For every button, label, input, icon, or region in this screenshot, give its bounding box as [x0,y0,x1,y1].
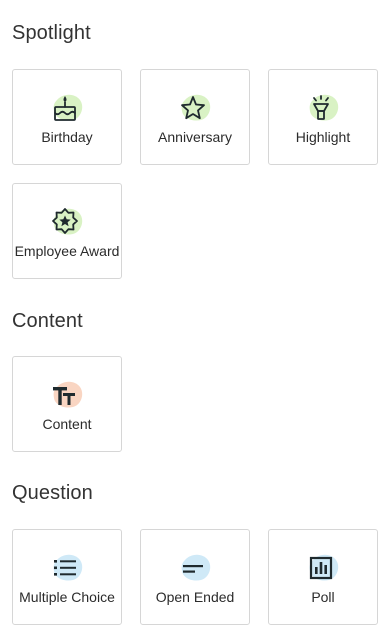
tile-employee-award[interactable]: Employee Award [12,183,122,279]
text-lines-icon [177,552,213,584]
birthday-cake-icon [49,92,85,124]
tile-label: Content [42,416,92,432]
tile-label: Employee Award [14,243,120,259]
section-title-question: Question [12,482,93,504]
tile-label: Highlight [295,129,351,145]
star-icon [177,92,213,124]
tile-label: Anniversary [158,129,232,145]
bar-chart-icon [305,552,341,584]
tile-highlight[interactable]: Highlight [268,69,378,165]
award-badge-icon [49,206,85,238]
text-size-icon [49,379,85,411]
tile-birthday[interactable]: Birthday [12,69,122,165]
section-title-spotlight: Spotlight [12,22,91,44]
tile-label: Open Ended [155,589,235,605]
tile-content[interactable]: Content [12,356,122,452]
spotlight-icon [305,92,341,124]
section-title-content: Content [12,310,83,332]
tile-label: Multiple Choice [19,589,115,605]
tile-multiple-choice[interactable]: Multiple Choice [12,529,122,625]
list-icon [49,552,85,584]
tile-anniversary[interactable]: Anniversary [140,69,250,165]
tile-label: Birthday [41,129,93,145]
tile-open-ended[interactable]: Open Ended [140,529,250,625]
tile-label: Poll [311,589,335,605]
tile-poll[interactable]: Poll [268,529,378,625]
